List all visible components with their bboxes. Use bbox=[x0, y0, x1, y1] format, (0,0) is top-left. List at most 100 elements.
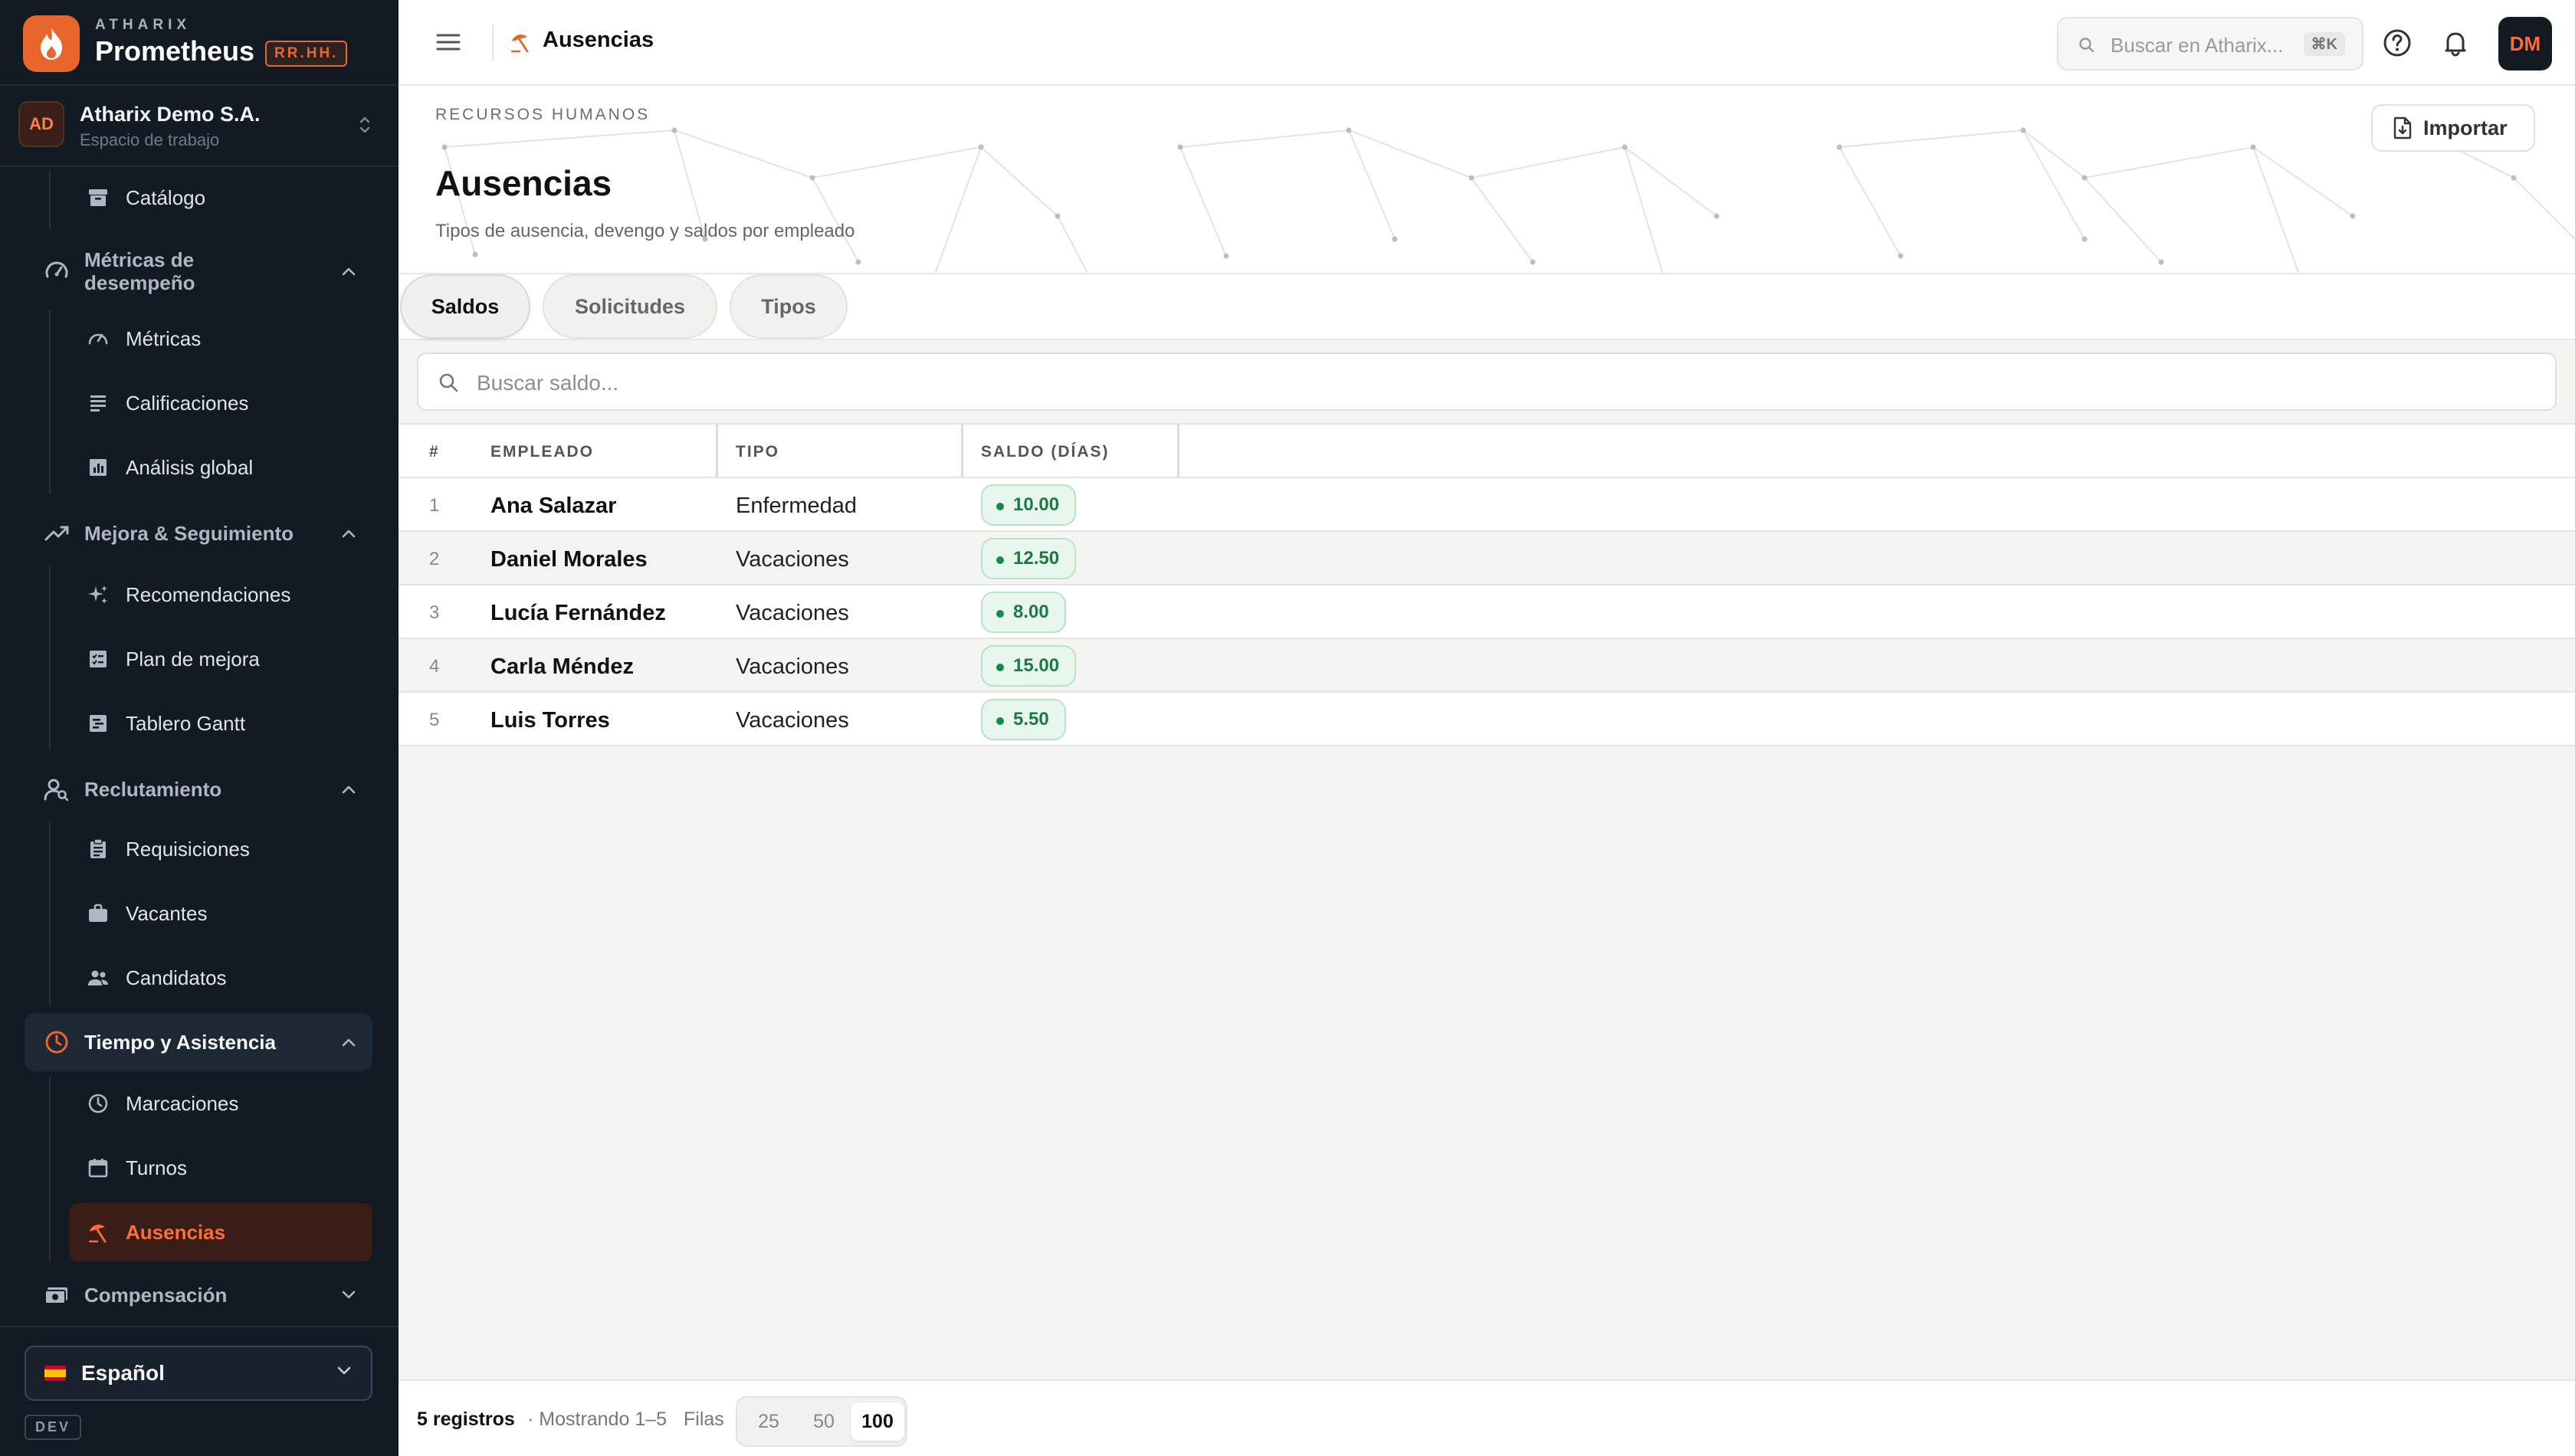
gantt-icon bbox=[84, 710, 112, 737]
table-row[interactable]: 3 Lucía Fernández Vacaciones 8.00 bbox=[399, 585, 2575, 639]
sidebar-item-metricas[interactable]: Métricas bbox=[84, 311, 372, 366]
help-icon[interactable] bbox=[2382, 28, 2413, 58]
tree-line bbox=[49, 1077, 51, 1261]
table-row[interactable]: 2 Daniel Morales Vacaciones 12.50 bbox=[399, 532, 2575, 585]
balance-search-input[interactable]: Buscar saldo... bbox=[417, 353, 2557, 411]
search-placeholder: Buscar saldo... bbox=[477, 371, 619, 395]
row-number: 1 bbox=[429, 495, 440, 516]
column-header-balance[interactable]: SALDO (DÍAS) bbox=[981, 443, 1110, 461]
balance-badge: 15.00 bbox=[981, 645, 1077, 687]
money-icon bbox=[43, 1281, 71, 1309]
beach-umbrella-icon bbox=[509, 31, 532, 54]
search-icon bbox=[2078, 37, 2095, 54]
sidebar-item-label: Marcaciones bbox=[126, 1091, 239, 1115]
sidebar: ATHARIX Prometheus RR.HH. AD Atharix Dem… bbox=[0, 0, 399, 1456]
column-header-num: # bbox=[429, 443, 440, 461]
brand-name: Prometheus bbox=[95, 35, 255, 67]
menu-icon[interactable] bbox=[435, 29, 461, 55]
workspace-avatar: AD bbox=[18, 101, 64, 147]
sidebar-item-label: Turnos bbox=[126, 1156, 187, 1179]
sidebar-group-tiempo[interactable]: Tiempo y Asistencia bbox=[43, 1015, 372, 1070]
import-label: Importar bbox=[2423, 116, 2508, 139]
users-icon bbox=[84, 964, 112, 992]
sidebar-item-plan[interactable]: Plan de mejora bbox=[84, 631, 372, 687]
global-search-input[interactable]: Buscar en Atharix... ⌘K bbox=[2057, 17, 2363, 71]
workspace-switcher[interactable]: AD Atharix Demo S.A. Espacio de trabajo bbox=[0, 86, 399, 167]
sidebar-group-label: Reclutamiento bbox=[84, 777, 222, 801]
employee-name: Ana Salazar bbox=[490, 494, 617, 518]
flag-spain-icon bbox=[44, 1366, 66, 1381]
sidebar-item-turnos[interactable]: Turnos bbox=[84, 1140, 372, 1195]
table-row[interactable]: 1 Ana Salazar Enfermedad 10.00 bbox=[399, 478, 2575, 532]
language-select[interactable]: Español bbox=[25, 1346, 372, 1401]
sparkles-icon bbox=[84, 581, 112, 608]
search-icon bbox=[438, 372, 460, 394]
bar-chart-icon bbox=[84, 454, 112, 481]
user-search-icon bbox=[43, 776, 71, 803]
clock-icon bbox=[84, 1090, 112, 1117]
sidebar-item-calificaciones[interactable]: Calificaciones bbox=[84, 375, 372, 431]
topbar: Ausencias Buscar en Atharix... ⌘K DM bbox=[399, 0, 2575, 86]
absence-type: Vacaciones bbox=[736, 708, 849, 733]
chevron-up-icon[interactable] bbox=[340, 266, 357, 277]
import-button[interactable]: Importar bbox=[2371, 104, 2535, 152]
chevron-updown-icon[interactable] bbox=[359, 113, 371, 136]
showing-range: · Mostrando 1–5 bbox=[527, 1408, 668, 1430]
gauge-icon bbox=[84, 325, 112, 353]
balance-badge: 8.00 bbox=[981, 592, 1066, 633]
table-row[interactable]: 4 Carla Méndez Vacaciones 15.00 bbox=[399, 639, 2575, 693]
sidebar-item-ausencias[interactable]: Ausencias bbox=[84, 1205, 372, 1260]
chevron-down-icon[interactable] bbox=[340, 1290, 357, 1300]
employee-name: Daniel Morales bbox=[490, 547, 648, 572]
sidebar-item-label: Ausencias bbox=[126, 1220, 226, 1244]
bell-icon[interactable] bbox=[2440, 28, 2471, 58]
column-resize-handle[interactable] bbox=[961, 425, 963, 478]
chevron-up-icon[interactable] bbox=[340, 528, 357, 539]
brand-badge: RR.HH. bbox=[265, 41, 348, 67]
absence-type: Vacaciones bbox=[736, 601, 849, 625]
sidebar-item-gantt[interactable]: Tablero Gantt bbox=[84, 696, 372, 751]
sidebar-item-label: Métricas bbox=[126, 326, 202, 350]
sidebar-item-catalogo[interactable]: Catálogo bbox=[84, 170, 372, 225]
sidebar-item-label: Requisiciones bbox=[126, 837, 250, 861]
table-row[interactable]: 5 Luis Torres Vacaciones 5.50 bbox=[399, 693, 2575, 746]
tab-tipos[interactable]: Tipos bbox=[730, 274, 848, 339]
sidebar-group-reclutamiento[interactable]: Reclutamiento bbox=[43, 762, 372, 817]
archive-icon bbox=[84, 184, 112, 212]
page-eyebrow: RECURSOS HUMANOS bbox=[435, 106, 651, 123]
column-resize-handle[interactable] bbox=[716, 425, 718, 478]
sidebar-group-compensacion[interactable]: Compensación bbox=[43, 1267, 372, 1323]
column-header-employee[interactable]: EMPLEADO bbox=[490, 443, 594, 461]
employee-name: Carla Méndez bbox=[490, 654, 634, 679]
page-size-selector: 25 50 100 bbox=[736, 1396, 907, 1447]
employee-name: Luis Torres bbox=[490, 708, 610, 733]
tree-line bbox=[49, 170, 51, 228]
balance-badge: 10.00 bbox=[981, 484, 1077, 526]
sidebar-item-vacantes[interactable]: Vacantes bbox=[84, 886, 372, 941]
tab-saldos[interactable]: Saldos bbox=[400, 274, 530, 339]
sidebar-item-candidatos[interactable]: Candidatos bbox=[84, 950, 372, 1005]
brand-header: ATHARIX Prometheus RR.HH. bbox=[0, 0, 399, 86]
page-size-option-active[interactable]: 100 bbox=[851, 1402, 904, 1441]
breadcrumb: Ausencias bbox=[543, 28, 654, 52]
row-number: 2 bbox=[429, 549, 440, 569]
sidebar-item-recomendaciones[interactable]: Recomendaciones bbox=[84, 567, 372, 622]
gauge-icon bbox=[43, 257, 71, 285]
page-size-option[interactable]: 50 bbox=[797, 1402, 851, 1441]
tab-solicitudes[interactable]: Solicitudes bbox=[543, 274, 717, 339]
flame-logo-icon[interactable] bbox=[23, 15, 80, 72]
column-header-type[interactable]: TIPO bbox=[736, 443, 779, 461]
sidebar-group-mejora[interactable]: Mejora & Seguimiento bbox=[43, 506, 372, 561]
chevron-up-icon[interactable] bbox=[340, 1037, 357, 1048]
language-label: Español bbox=[81, 1361, 165, 1385]
clipboard-icon bbox=[84, 835, 112, 863]
sidebar-group-metricas[interactable]: Métricas de desempeño bbox=[43, 244, 372, 299]
sidebar-item-requisiciones[interactable]: Requisiciones bbox=[84, 821, 372, 877]
chevron-up-icon[interactable] bbox=[340, 784, 357, 795]
sidebar-item-marcaciones[interactable]: Marcaciones bbox=[84, 1076, 372, 1131]
user-avatar[interactable]: DM bbox=[2498, 17, 2552, 71]
tabs-bar: Saldos Solicitudes Tipos bbox=[399, 274, 2575, 340]
sidebar-item-analisis[interactable]: Análisis global bbox=[84, 440, 372, 495]
page-size-option[interactable]: 25 bbox=[742, 1402, 795, 1441]
column-resize-handle[interactable] bbox=[1177, 425, 1179, 478]
